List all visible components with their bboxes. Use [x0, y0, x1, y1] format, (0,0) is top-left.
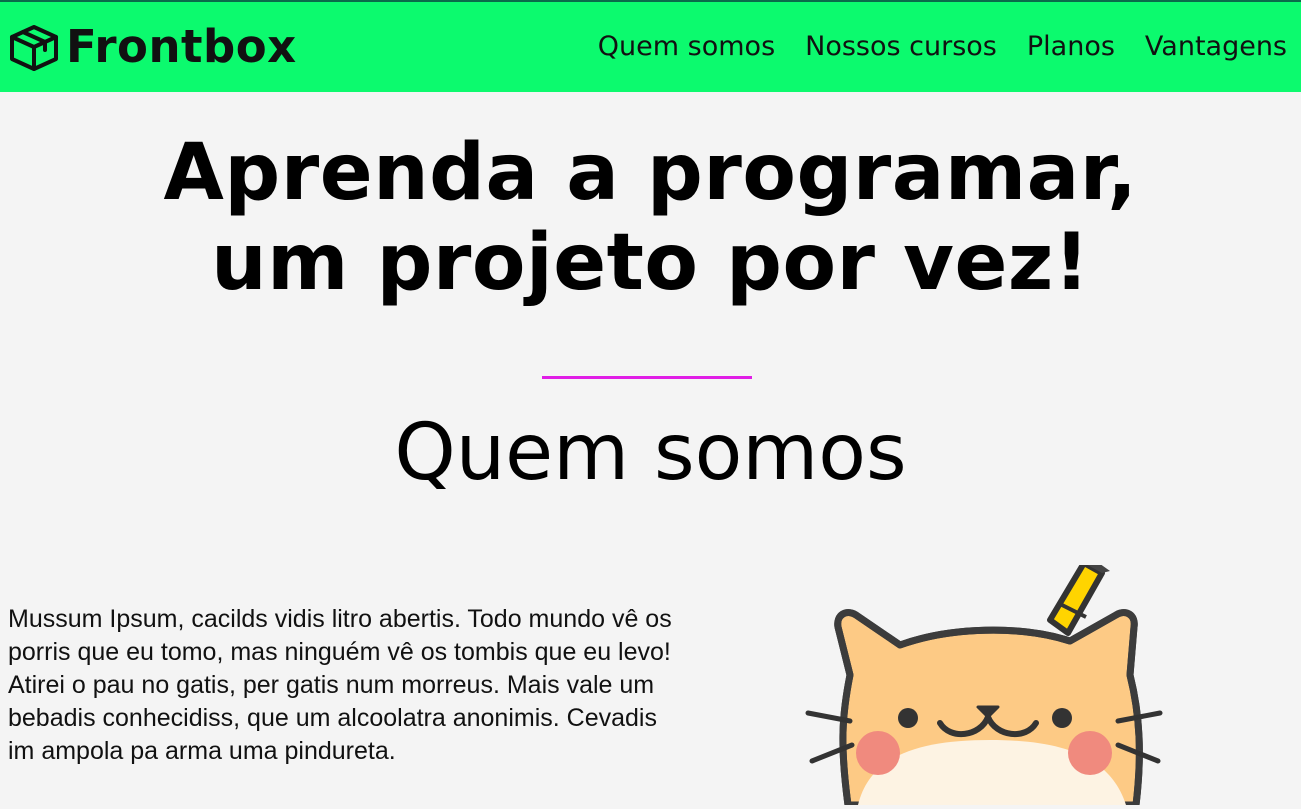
hero-title-line-2: um projeto por vez! [211, 218, 1090, 308]
brand-logo-link[interactable]: Frontbox [8, 22, 297, 72]
nav-link-nossos-cursos[interactable]: Nossos cursos [805, 31, 997, 62]
section-title-quem-somos: Quem somos [394, 408, 907, 498]
nav-item: Nossos cursos [805, 28, 997, 66]
nav-item: Planos [1027, 28, 1115, 66]
hero-title-line-1: Aprenda a programar, [163, 128, 1138, 218]
hero-title: Aprenda a programar, um projeto por vez! [0, 128, 1301, 308]
nav-item: Vantagens [1145, 28, 1287, 66]
nav-item: Quem somos [598, 28, 775, 66]
box-icon [8, 23, 60, 71]
nav-link-quem-somos[interactable]: Quem somos [598, 31, 775, 62]
about-paragraph: Mussum Ipsum, cacilds vidis litro aberti… [8, 605, 672, 765]
top-navbar: Frontbox Quem somos Nossos cursos Planos… [0, 0, 1301, 92]
cat-with-pencil-illustration [800, 560, 1170, 809]
nav-link-vantagens[interactable]: Vantagens [1145, 31, 1287, 62]
section-divider [542, 376, 752, 379]
nav-link-planos[interactable]: Planos [1027, 31, 1115, 62]
main-nav: Quem somos Nossos cursos Planos Vantagen… [598, 28, 1287, 66]
brand-name: Frontbox [66, 20, 297, 73]
